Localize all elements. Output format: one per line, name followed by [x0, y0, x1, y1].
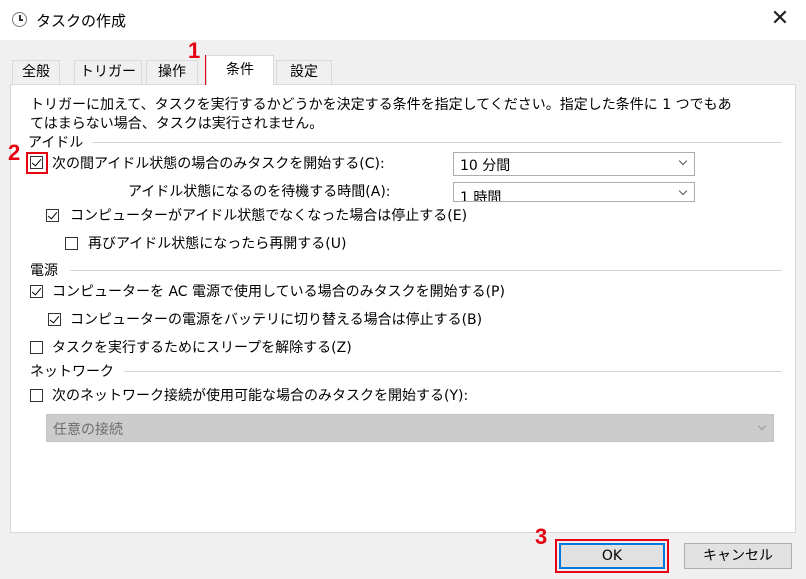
- wake-to-run-label: タスクを実行するためにスリープを解除する(Z): [52, 340, 352, 356]
- network-available-checkbox[interactable]: [30, 389, 43, 402]
- wake-to-run-checkbox[interactable]: [30, 341, 43, 354]
- cancel-button[interactable]: キャンセル: [684, 543, 792, 569]
- wait-duration-label: アイドル状態になるのを待機する時間(A):: [128, 184, 391, 200]
- idle-group-label: アイドル: [28, 135, 84, 151]
- idle-duration-value: 10 分間: [460, 158, 511, 174]
- close-icon[interactable]: ✕: [766, 6, 794, 34]
- idle-group-divider: [92, 142, 782, 143]
- title-bar: タスクの作成 ✕: [0, 0, 806, 40]
- ac-power-only-checkbox[interactable]: [30, 285, 43, 298]
- tab-general[interactable]: 全般: [12, 60, 60, 84]
- tab-conditions[interactable]: 条件: [206, 55, 274, 85]
- network-available-label: 次のネットワーク接続が使用可能な場合のみタスクを開始する(Y):: [52, 388, 469, 404]
- chevron-down-icon: [678, 156, 688, 166]
- idle-duration-select[interactable]: 10 分間: [453, 152, 695, 176]
- stop-on-battery-checkbox[interactable]: [48, 313, 61, 326]
- chevron-down-icon: [757, 421, 767, 431]
- stop-if-not-idle-label: コンピューターがアイドル状態でなくなった場合は停止する(E): [70, 208, 468, 224]
- network-group-divider: [124, 371, 782, 372]
- annotation-box-ok: [555, 539, 669, 573]
- annotation-number-2: 2: [8, 140, 21, 165]
- ac-power-only-label: コンピューターを AC 電源で使用している場合のみタスクを開始する(P): [52, 284, 505, 300]
- network-connection-value: 任意の接続: [53, 422, 123, 438]
- window-title: タスクの作成: [36, 12, 127, 30]
- restart-if-idle-label: 再びアイドル状態になったら再開する(U): [88, 236, 347, 252]
- description-line-1: トリガーに加えて、タスクを実行するかどうかを決定する条件を指定してください。指定…: [30, 97, 732, 113]
- description-line-2: てはまらない場合、タスクは実行されません。: [30, 116, 324, 132]
- start-only-if-idle-label: 次の間アイドル状態の場合のみタスクを開始する(C):: [52, 156, 385, 172]
- tab-settings[interactable]: 設定: [276, 60, 332, 84]
- stop-on-battery-label: コンピューターの電源をバッテリに切り替える場合は停止する(B): [70, 312, 483, 328]
- chevron-down-icon: [678, 186, 688, 196]
- stop-if-not-idle-checkbox[interactable]: [46, 209, 59, 222]
- tab-triggers[interactable]: トリガー: [74, 60, 142, 84]
- network-connection-select: 任意の接続: [46, 414, 774, 442]
- power-group-label: 電源: [30, 263, 58, 279]
- restart-if-idle-checkbox[interactable]: [65, 237, 78, 250]
- wait-duration-value: 1 時間: [460, 190, 502, 202]
- annotation-number-1: 1: [188, 38, 201, 63]
- annotation-box-checkbox: [26, 152, 48, 174]
- task-scheduler-clock-icon: [12, 12, 27, 27]
- wait-duration-select[interactable]: 1 時間: [453, 182, 695, 202]
- network-group-label: ネットワーク: [30, 364, 114, 380]
- power-group-divider: [70, 270, 782, 271]
- annotation-number-3: 3: [535, 524, 548, 549]
